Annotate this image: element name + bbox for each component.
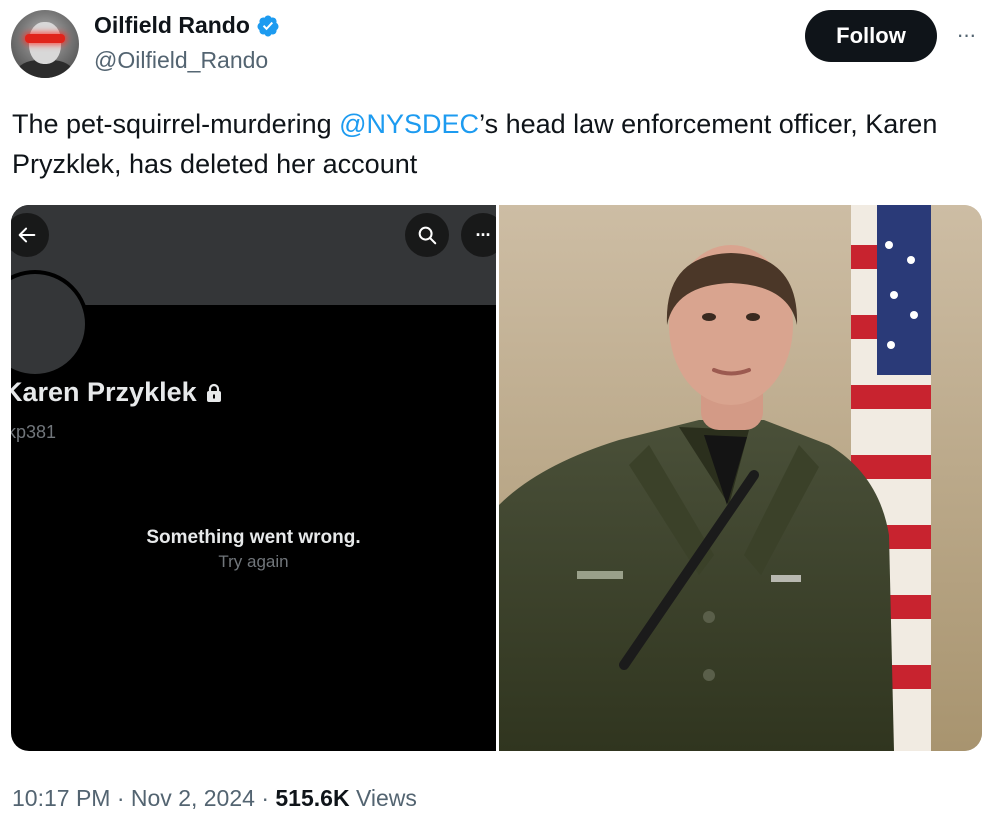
retry-link: Try again (218, 552, 289, 571)
media-grid[interactable]: ··· Karen Przyklek kp381 Something went … (11, 205, 982, 751)
profile-name-text: Karen Przyklek (11, 377, 197, 407)
views-count: 515.6K (275, 785, 350, 811)
more-options-icon[interactable]: ··· (948, 20, 984, 50)
meta-separator: · (116, 785, 125, 811)
author-handle[interactable]: @Oilfield_Rando (94, 47, 268, 74)
tweet-date[interactable]: Nov 2, 2024 (131, 785, 255, 811)
avatar-glowing-eyes (25, 34, 65, 43)
author-display-name[interactable]: Oilfield Rando (94, 12, 250, 39)
media-image-officer-photo[interactable] (499, 205, 982, 751)
tweet-meta: 10:17 PM · Nov 2, 2024 · 515.6K Views (12, 785, 417, 812)
search-icon (405, 213, 449, 257)
media-image-profile-screenshot[interactable]: ··· Karen Przyklek kp381 Something went … (11, 205, 496, 751)
lock-icon (206, 383, 221, 402)
author-name-line: Oilfield Rando (94, 12, 280, 39)
profile-handle: kp381 (11, 422, 57, 442)
verified-badge-icon (257, 15, 279, 36)
tweet-time[interactable]: 10:17 PM (12, 785, 110, 811)
tweet-text-start: The pet-squirrel-murdering (12, 109, 340, 139)
tweet-text: The pet-squirrel-murdering @NYSDEC’s hea… (12, 104, 982, 184)
avatar-face (29, 22, 61, 64)
profile-name: Karen Przyklek (11, 377, 223, 408)
officer-portrait-image (499, 205, 982, 751)
author-avatar[interactable] (11, 10, 79, 78)
error-message: Something went wrong. (146, 527, 361, 548)
follow-button[interactable]: Follow (805, 10, 937, 62)
mention-link[interactable]: @NYSDEC (339, 109, 479, 139)
meta-separator: · (261, 785, 269, 811)
views-label: Views (355, 785, 417, 811)
